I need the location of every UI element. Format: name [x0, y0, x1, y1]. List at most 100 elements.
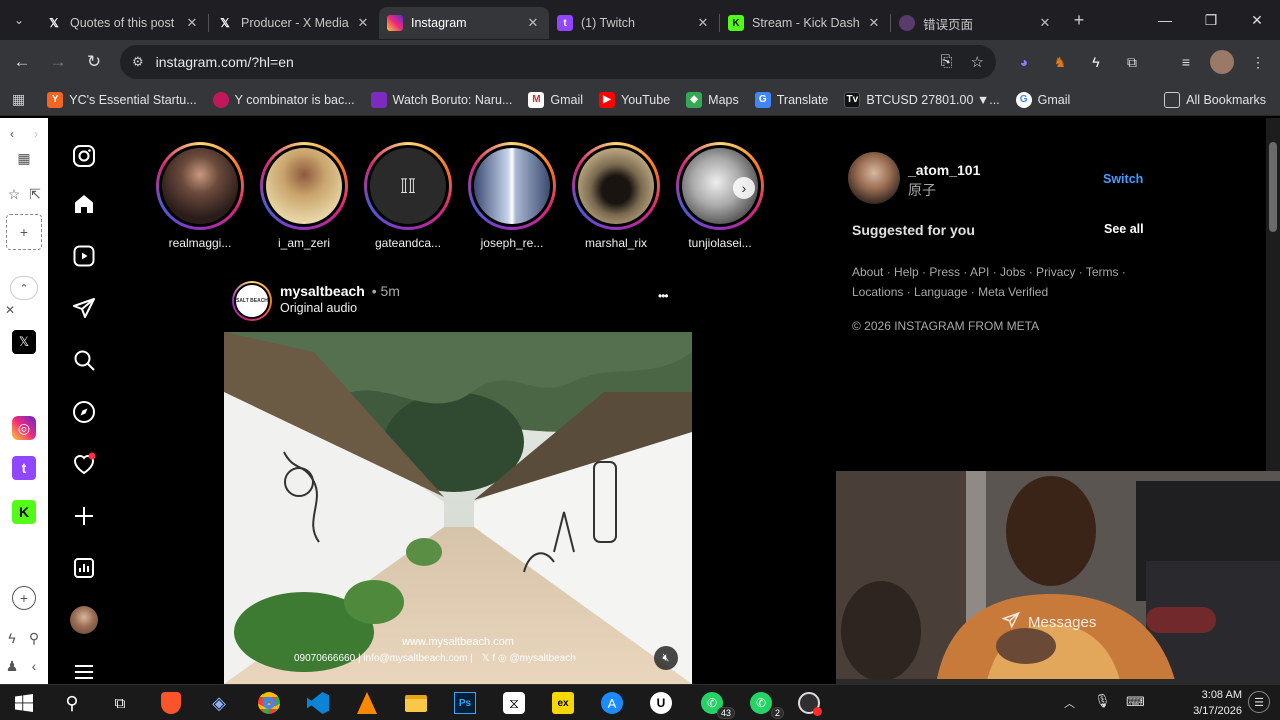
tab-quotes[interactable]: 𝕏 Quotes of this post ✕ [38, 7, 208, 39]
post-avatar[interactable]: SALT BEACH [232, 281, 272, 321]
cube-app-icon[interactable]: ◈ [204, 689, 234, 717]
menu-dots-icon[interactable]: ⋮ [1246, 50, 1270, 74]
story-item[interactable]: marshal_rix [568, 142, 664, 250]
forward-icon[interactable]: → [40, 44, 76, 80]
media-icon[interactable]: ≡ [1174, 50, 1198, 74]
lightning-icon[interactable]: ϟ [1084, 50, 1108, 74]
whatsapp-business-icon[interactable]: ✆ 2 [746, 689, 784, 719]
whatsapp-icon[interactable]: ✆ 43 [697, 689, 735, 719]
apps-icon[interactable]: ▦ [12, 91, 25, 108]
instagram-icon[interactable]: ◎ [12, 416, 36, 440]
extensions-puzzle-icon[interactable]: ⧉ [1120, 50, 1144, 74]
close-icon[interactable]: ✕ [866, 15, 882, 31]
reels-icon[interactable] [70, 242, 98, 270]
bookmark-youtube[interactable]: ▶ YouTube [599, 91, 670, 108]
tray-chevron-icon[interactable]: ︿ [1064, 695, 1075, 711]
more-menu-icon[interactable] [70, 658, 98, 684]
all-bookmarks[interactable]: All Bookmarks [1164, 91, 1266, 108]
more-options-icon[interactable]: ••• [658, 289, 669, 303]
bookmark-ycombinator[interactable]: Y combinator is bac... [212, 91, 355, 108]
reload-icon[interactable]: ↻ [76, 44, 112, 80]
chrome-icon[interactable] [254, 689, 284, 717]
dashboard-icon[interactable] [70, 554, 98, 582]
unreal-engine-icon[interactable]: U [646, 689, 676, 717]
bookmark-maps[interactable]: ◆ Maps [686, 91, 739, 108]
windows-start-icon[interactable] [9, 689, 39, 717]
messages-bar[interactable]: Messages [1001, 611, 1096, 633]
search-icon[interactable] [70, 346, 98, 374]
microphone-icon[interactable]: 🎙︎ [1094, 693, 1111, 709]
search-icon[interactable]: ⚲ [24, 626, 44, 650]
app-store-icon[interactable]: A [597, 689, 627, 717]
close-icon[interactable]: ✕ [2, 298, 18, 322]
install-app-icon[interactable]: ⎘ [941, 53, 953, 71]
story-item[interactable]: i_am_zeri [256, 142, 352, 250]
bookmark-star-icon[interactable]: ☆ [971, 53, 984, 71]
restore-icon[interactable]: ❐ [1188, 0, 1234, 40]
bookmark-yc[interactable]: Y YC's Essential Startu... [47, 91, 197, 108]
task-view-icon[interactable]: ⧉ [105, 689, 135, 717]
close-icon[interactable]: ✕ [525, 15, 541, 31]
switch-account-link[interactable]: Switch [1103, 172, 1143, 186]
account-avatar[interactable] [848, 152, 900, 204]
back-icon[interactable]: ‹ [4, 122, 20, 146]
tab-instagram[interactable]: Instagram ✕ [379, 7, 549, 39]
add-panel-icon[interactable]: + [6, 214, 42, 250]
explore-icon[interactable] [70, 398, 98, 426]
twitch-icon[interactable]: t [12, 456, 36, 480]
story-item[interactable]: joseph_re... [464, 142, 560, 250]
metamask-icon[interactable]: ♞ [1048, 50, 1072, 74]
story-item[interactable]: tunjiolasei... [672, 142, 768, 250]
story-item[interactable]: 𝕀𝕀 gateandca... [360, 142, 456, 250]
create-plus-icon[interactable] [70, 502, 98, 530]
account-username[interactable]: _atom_101 [908, 162, 980, 178]
home-icon[interactable] [70, 190, 98, 218]
story-item[interactable]: realmaggi... [152, 142, 248, 250]
capcut-icon[interactable]: ⧖ [499, 689, 529, 717]
tab-error-page[interactable]: 错误页面 ✕ [891, 7, 1061, 39]
obs-icon[interactable] [794, 689, 824, 717]
add-icon[interactable]: + [12, 586, 36, 610]
system-clock[interactable]: 3:08 AM 3/17/2026 [1193, 687, 1242, 719]
grid-icon[interactable]: ▦ [12, 146, 36, 170]
person-icon[interactable]: ♟ [2, 654, 22, 678]
close-icon[interactable]: ✕ [355, 15, 371, 31]
x-icon[interactable]: 𝕏 [12, 330, 36, 354]
site-info-icon[interactable]: ⚙ [132, 54, 144, 70]
mute-icon[interactable]: 🔇︎ [654, 646, 678, 670]
address-bar[interactable]: ⚙ instagram.com/?hl=en ⎘ ☆ [120, 45, 996, 79]
back-icon[interactable]: ← [4, 44, 40, 80]
lightning-icon[interactable]: ϟ [2, 626, 22, 650]
direct-messages-icon[interactable] [70, 294, 98, 322]
post-video[interactable]: www.mysaltbeach.com 09070666660 | info@m… [224, 332, 692, 684]
extension-icon[interactable]: ◕ [1012, 50, 1036, 74]
profile-avatar[interactable] [1210, 50, 1234, 74]
close-window-icon[interactable]: ✕ [1234, 0, 1280, 40]
close-icon[interactable]: ✕ [1037, 15, 1053, 31]
profile-avatar[interactable] [70, 606, 98, 634]
collapse-left-icon[interactable]: ‹ [24, 654, 44, 678]
footer-links-line1[interactable]: About · Help · Press · API · Jobs · Priv… [852, 262, 1148, 282]
tab-twitch[interactable]: t (1) Twitch ✕ [549, 7, 719, 39]
url-text[interactable]: instagram.com/?hl=en [156, 54, 294, 70]
kick-icon[interactable]: K [12, 500, 36, 524]
footer-links-line2[interactable]: Locations · Language · Meta Verified [852, 282, 1148, 302]
post-username[interactable]: mysaltbeach [280, 283, 365, 299]
close-icon[interactable]: ✕ [695, 15, 711, 31]
open-external-icon[interactable]: ⇱ [26, 182, 44, 206]
stories-next-icon[interactable]: › [733, 177, 755, 199]
tab-search-button[interactable]: ⌄ [0, 0, 38, 40]
bookmark-translate[interactable]: G Translate [754, 91, 828, 108]
vscode-icon[interactable] [303, 689, 333, 717]
keyboard-icon[interactable]: ⌨ [1126, 694, 1145, 710]
post-audio[interactable]: Original audio [280, 301, 357, 315]
search-icon[interactable]: ⚲ [57, 689, 87, 717]
close-icon[interactable]: ✕ [184, 15, 200, 31]
new-tab-button[interactable]: + [1061, 10, 1097, 31]
notification-center-icon[interactable]: ☰ [1248, 691, 1270, 713]
bookmark-btcusd[interactable]: Tv BTCUSD 27801.00 ▼... [844, 91, 1000, 108]
tab-producer[interactable]: 𝕏 Producer - X Media ✕ [209, 7, 379, 39]
photoshop-icon[interactable]: Ps [450, 689, 480, 717]
vlc-icon[interactable] [352, 689, 382, 717]
message-avatars[interactable] [1146, 607, 1216, 633]
